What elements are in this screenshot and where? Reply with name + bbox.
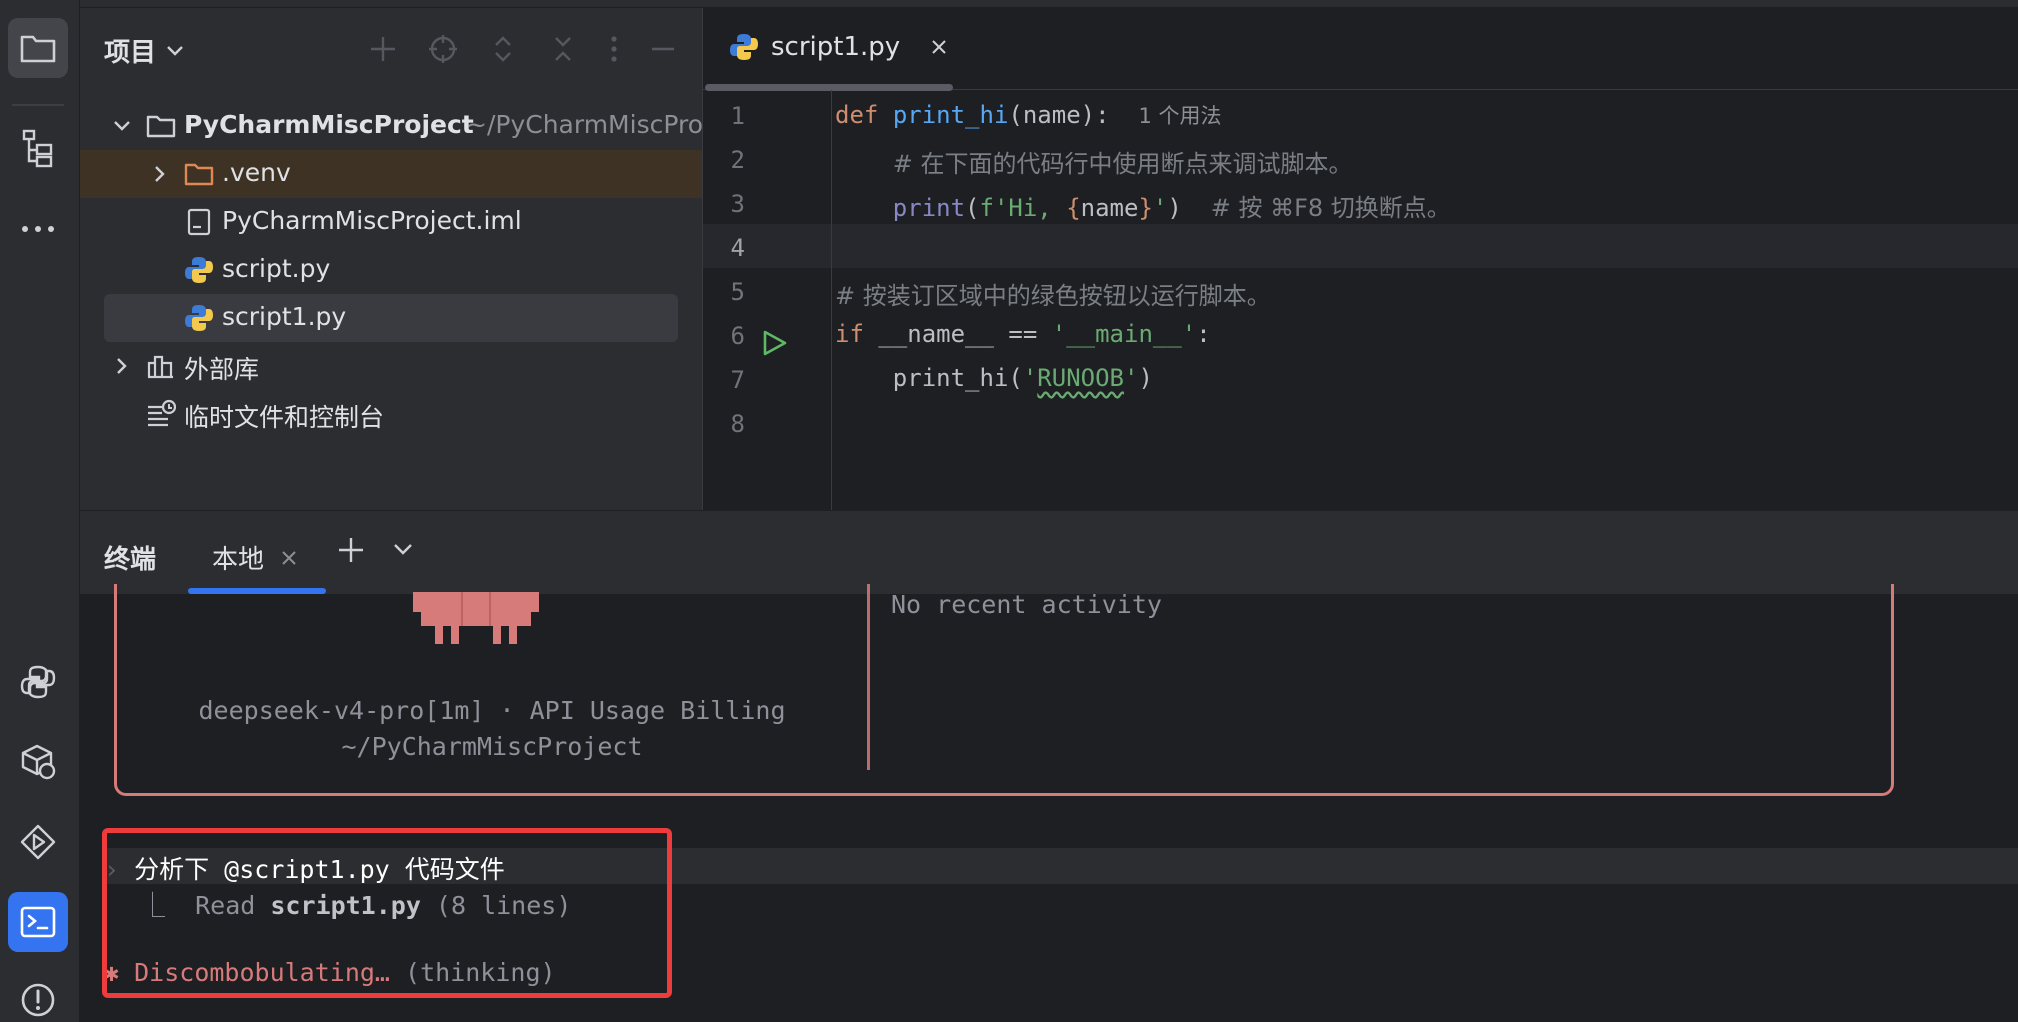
chevron-down-icon: [114, 121, 130, 131]
line-number: 7: [730, 366, 745, 394]
packages-icon: [21, 744, 56, 780]
line-number: 6: [730, 322, 745, 350]
tree-label: .venv: [222, 158, 291, 187]
tab-local[interactable]: 本地: [212, 539, 298, 576]
tree-item-scratches[interactable]: 临时文件和控制台: [80, 390, 702, 438]
working-directory: ~/PyCharmMiscProject: [341, 732, 643, 761]
tree-label: script1.py: [222, 302, 347, 331]
python-file-icon: [185, 257, 213, 283]
tree-label: PyCharmMiscProject.iml: [222, 206, 522, 235]
terminal-output[interactable]: deepseek-v4-pro[1m] · API Usage Billing …: [80, 584, 2018, 1022]
tab-label: 本地: [212, 545, 265, 575]
library-icon: [147, 355, 173, 379]
code-editor[interactable]: script1.py 1 def print_hi(name): 1 个用法 2…: [702, 8, 2018, 510]
problems-icon: [21, 983, 55, 1017]
code-line: 1 def print_hi(name): 1 个用法: [703, 92, 2018, 136]
tree-label: 临时文件和控制台: [184, 403, 385, 432]
expand-all-icon[interactable]: [488, 34, 518, 64]
tool-separator: [12, 104, 64, 106]
terminal-tool-button[interactable]: [8, 892, 68, 952]
root-name: PyCharmMiscProject: [184, 110, 474, 139]
run-icon[interactable]: [759, 328, 789, 358]
annotation-highlight-box: [102, 828, 672, 998]
model-info: deepseek-v4-pro[1m] · API Usage Billing: [198, 696, 786, 725]
line-number: 4: [730, 234, 745, 262]
tree-item-iml[interactable]: PyCharmMiscProject.iml: [80, 198, 702, 246]
python-packages-button[interactable]: [8, 732, 68, 792]
tree-label: script.py: [222, 254, 331, 283]
chevron-down-icon[interactable]: [392, 541, 414, 557]
tab-scroll-indicator: [705, 84, 953, 91]
project-panel: 项目 PyCharmMiscProject ~/PyCharmMiscProje…: [80, 8, 702, 510]
terminal-icon: [20, 906, 56, 938]
collapse-all-icon[interactable]: [548, 34, 578, 64]
box-divider: [867, 584, 870, 770]
project-view-selector[interactable]: 项目: [104, 32, 184, 69]
code-line: 6 if __name__ == '__main__':: [703, 312, 2018, 356]
title-strip: [0, 0, 2018, 8]
problems-button[interactable]: [8, 970, 68, 1022]
project-tool-button[interactable]: [8, 18, 68, 78]
folder-excluded-icon: [184, 163, 214, 186]
line-number: 3: [730, 190, 745, 218]
tree-root[interactable]: PyCharmMiscProject ~/PyCharmMiscProject: [80, 102, 702, 150]
new-file-icon[interactable]: [368, 34, 398, 64]
python-console-button[interactable]: [8, 652, 68, 712]
code-line: 2 # 在下面的代码行中使用断点来调试脚本。: [703, 136, 2018, 180]
more-horizontal-icon: [22, 226, 54, 232]
python-file-icon: [185, 305, 213, 331]
code-line: 5 # 按装订区域中的绿色按钮以运行脚本。: [703, 268, 2018, 312]
code-line: 3 print(f'Hi, {name}') # 按 ⌘F8 切换断点。: [703, 180, 2018, 224]
line-number: 5: [730, 278, 745, 306]
folder-icon: [146, 115, 176, 138]
recent-activity: No recent activity: [891, 590, 1162, 619]
project-header: 项目: [80, 8, 702, 88]
options-icon[interactable]: [608, 34, 620, 64]
project-title: 项目: [104, 38, 157, 68]
terminal-title: 终端: [104, 545, 157, 575]
root-path: ~/PyCharmMiscProject: [466, 110, 702, 139]
editor-tabs: script1.py: [703, 8, 2018, 91]
tree-item-external-libraries[interactable]: 外部库: [80, 342, 702, 390]
tab-script1[interactable]: script1.py: [729, 32, 950, 62]
tab-label: script1.py: [771, 32, 901, 62]
more-tools-button[interactable]: [8, 199, 68, 259]
scratches-icon: [148, 399, 176, 427]
folder-icon: [20, 35, 56, 63]
usage-hint[interactable]: 1 个用法: [1138, 104, 1221, 128]
new-tab-icon[interactable]: [336, 535, 366, 565]
chevron-right-icon: [117, 358, 127, 374]
services-button[interactable]: [8, 812, 68, 872]
close-icon[interactable]: [280, 549, 298, 567]
run-services-icon: [20, 824, 56, 860]
chevron-right-icon: [155, 166, 165, 182]
tree-item-script[interactable]: script.py: [80, 246, 702, 294]
tree-label: 外部库: [184, 355, 260, 384]
python-icon: [20, 665, 56, 699]
tree-item-script1[interactable]: script1.py: [104, 294, 678, 342]
line-number: 8: [730, 410, 745, 438]
welcome-box: deepseek-v4-pro[1m] · API Usage Billing …: [114, 584, 1894, 796]
module-file-icon: [187, 208, 211, 236]
python-file-icon: [730, 34, 758, 60]
claude-mascot-icon: [413, 592, 539, 644]
tool-window-strip: [0, 0, 80, 1022]
hide-panel-icon[interactable]: [650, 34, 676, 64]
terminal-header: 终端 本地: [80, 510, 2018, 594]
close-icon[interactable]: [928, 36, 950, 58]
chevron-down-icon: [167, 45, 183, 56]
line-number: 1: [730, 102, 745, 130]
code-line: 8: [703, 400, 2018, 444]
structure-tool-button[interactable]: [8, 118, 68, 178]
line-number: 2: [730, 146, 745, 174]
code-line: 7 print_hi('RUNOOB'): [703, 356, 2018, 400]
locate-icon[interactable]: [428, 34, 458, 64]
tree-item-venv[interactable]: .venv: [80, 150, 702, 198]
code-line: 4: [703, 224, 2018, 268]
structure-icon: [22, 129, 53, 168]
